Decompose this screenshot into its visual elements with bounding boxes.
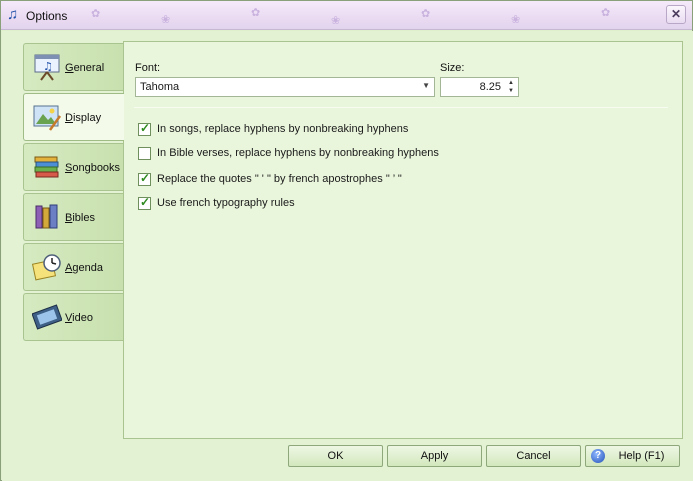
font-label: Font: bbox=[135, 62, 161, 74]
music-note-icon: ♫ bbox=[7, 6, 19, 23]
songbooks-books-icon bbox=[34, 156, 59, 178]
ok-button[interactable]: OK bbox=[288, 445, 383, 467]
tab-label: Agenda bbox=[65, 262, 103, 274]
butterfly-decoration-icon: ❀ bbox=[511, 14, 521, 26]
butterfly-decoration-icon: ❀ bbox=[161, 14, 171, 26]
butterfly-decoration-icon: ✿ bbox=[601, 7, 611, 19]
side-tab-list: ♫ General Display Songbooks Bibles Agend… bbox=[23, 43, 124, 343]
tab-label: Bibles bbox=[65, 212, 95, 224]
tab-label: Video bbox=[65, 312, 93, 324]
cancel-button[interactable]: Cancel bbox=[486, 445, 581, 467]
checkbox[interactable]: ✓ bbox=[138, 121, 151, 136]
video-film-icon bbox=[32, 304, 62, 330]
font-dropdown[interactable]: Tahoma ▼ bbox=[135, 77, 435, 97]
size-label: Size: bbox=[440, 62, 465, 74]
butterfly-decoration-icon: ✿ bbox=[91, 8, 101, 20]
close-button[interactable]: ✕ bbox=[666, 5, 686, 24]
chevron-down-icon[interactable]: ▼ bbox=[422, 81, 430, 90]
tab-label: General bbox=[65, 62, 105, 74]
butterfly-decoration-icon: ✿ bbox=[251, 7, 261, 19]
butterfly-decoration-icon: ❀ bbox=[331, 15, 341, 27]
checkbox[interactable] bbox=[138, 147, 151, 160]
window-title: Options bbox=[26, 9, 68, 23]
tab-label: Songbooks bbox=[65, 162, 121, 174]
tab-general[interactable]: ♫ General bbox=[23, 43, 123, 91]
display-picture-icon bbox=[33, 105, 62, 131]
spin-up-icon[interactable]: ▲ bbox=[505, 79, 517, 87]
option-label: In Bible verses, replace hyphens by nonb… bbox=[157, 147, 439, 159]
agenda-clock-icon bbox=[32, 254, 61, 281]
svg-text:♫: ♫ bbox=[43, 60, 53, 73]
butterfly-decoration-icon: ✿ bbox=[421, 8, 431, 20]
options-window: ♫ Options ✿ ❀ ✿ ❀ ✿ ❀ ✿ ✕ ♫ General Disp… bbox=[0, 0, 693, 481]
display-settings-panel: Font: Size: Tahoma ▼ 8.25 ▲ ▼ ✓ In songs… bbox=[123, 41, 683, 439]
option-label: Replace the quotes " ' " by french apost… bbox=[157, 173, 402, 185]
tab-label: Display bbox=[65, 112, 102, 124]
spin-down-icon[interactable]: ▼ bbox=[505, 87, 517, 95]
checkbox[interactable]: ✓ bbox=[138, 195, 151, 210]
font-size-stepper[interactable]: 8.25 ▲ ▼ bbox=[440, 77, 519, 97]
option-label: Use french typography rules bbox=[157, 197, 295, 209]
general-presentation-icon: ♫ bbox=[34, 54, 60, 81]
option-label: In songs, replace hyphens by nonbreaking… bbox=[157, 123, 409, 135]
help-button-label: Help (F1) bbox=[618, 450, 665, 462]
apply-button[interactable]: Apply bbox=[387, 445, 482, 467]
tab-agenda[interactable]: Agenda bbox=[23, 243, 123, 291]
check-icon: ✓ bbox=[140, 121, 151, 135]
help-button[interactable]: ? Help (F1) bbox=[585, 445, 680, 467]
tab-display[interactable]: Display bbox=[23, 93, 124, 141]
bibles-books-icon bbox=[35, 204, 58, 229]
font-size-value: 8.25 bbox=[479, 81, 501, 93]
check-icon: ✓ bbox=[140, 195, 151, 209]
font-value: Tahoma bbox=[140, 81, 180, 93]
tab-songbooks[interactable]: Songbooks bbox=[23, 143, 123, 191]
title-bar[interactable]: ♫ Options ✿ ❀ ✿ ❀ ✿ ❀ ✿ ✕ bbox=[1, 1, 692, 30]
spin-buttons[interactable]: ▲ ▼ bbox=[505, 79, 517, 95]
tab-video[interactable]: Video bbox=[23, 293, 123, 341]
tab-bibles[interactable]: Bibles bbox=[23, 193, 123, 241]
checkbox[interactable]: ✓ bbox=[138, 171, 151, 186]
check-icon: ✓ bbox=[140, 171, 151, 185]
help-icon: ? bbox=[591, 449, 605, 463]
dialog-body: ♫ General Display Songbooks Bibles Agend… bbox=[2, 31, 693, 481]
separator bbox=[134, 107, 668, 108]
